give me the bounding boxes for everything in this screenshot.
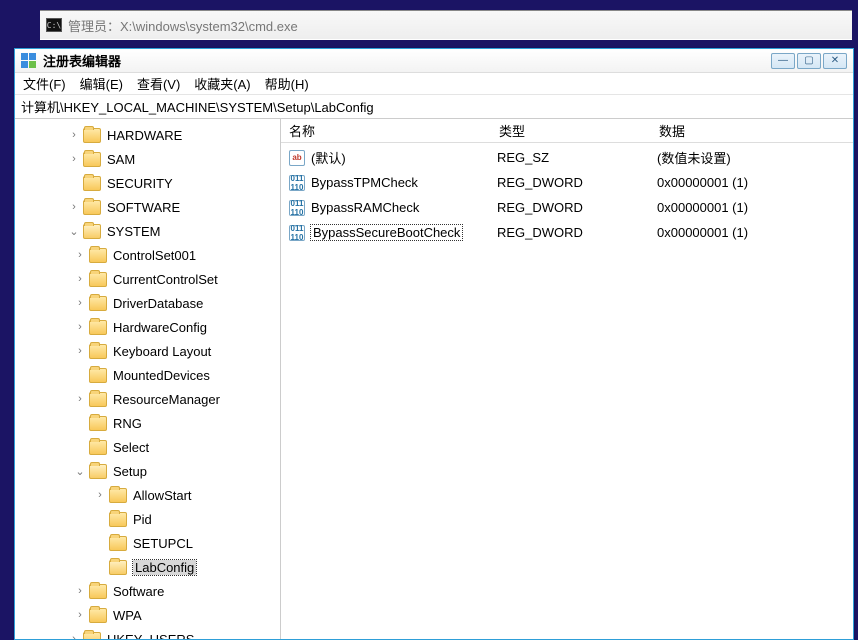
reg-dword-icon: 011110 — [289, 200, 305, 216]
tree-node-setup[interactable]: ⌄Setup — [15, 459, 280, 483]
chevron-right-icon[interactable]: › — [73, 608, 87, 622]
tree-node-allowstart[interactable]: ›AllowStart — [15, 483, 280, 507]
folder-open-icon — [109, 560, 127, 575]
folder-icon — [89, 296, 107, 311]
address-text: 计算机\HKEY_LOCAL_MACHINE\SYSTEM\Setup\LabC… — [21, 97, 374, 116]
folder-icon — [89, 272, 107, 287]
registry-tree: ›HARDWARE ›SAM ›SECURITY ›SOFTWARE ⌄SYST… — [15, 123, 280, 639]
chevron-right-icon[interactable]: › — [73, 296, 87, 310]
folder-open-icon — [89, 464, 107, 479]
cmd-title-text: 管理员：X:\windows\system32\cmd.exe — [68, 16, 298, 35]
address-bar[interactable]: 计算机\HKEY_LOCAL_MACHINE\SYSTEM\Setup\LabC… — [15, 95, 853, 119]
values-pane[interactable]: 名称 类型 数据 ab (默认) REG_SZ (数值未设置) 011110 B… — [281, 119, 853, 639]
tree-node-sam[interactable]: ›SAM — [15, 147, 280, 171]
chevron-right-icon[interactable]: › — [67, 128, 81, 142]
chevron-right-icon[interactable]: › — [73, 248, 87, 262]
folder-icon — [83, 128, 101, 143]
chevron-right-icon[interactable]: › — [67, 200, 81, 214]
tree-node-keyboardlayout[interactable]: ›Keyboard Layout — [15, 339, 280, 363]
tree-node-wpa[interactable]: ›WPA — [15, 603, 280, 627]
folder-icon — [89, 608, 107, 623]
tree-node-select[interactable]: ›Select — [15, 435, 280, 459]
chevron-down-icon[interactable]: ⌄ — [67, 224, 81, 238]
tree-node-controlset001[interactable]: ›ControlSet001 — [15, 243, 280, 267]
folder-icon — [83, 632, 101, 640]
menu-file[interactable]: 文件(F) — [23, 74, 66, 93]
reg-sz-icon: ab — [289, 150, 305, 166]
menu-bar: 文件(F) 编辑(E) 查看(V) 收藏夹(A) 帮助(H) — [15, 73, 853, 95]
tree-node-labconfig[interactable]: ›LabConfig — [15, 555, 280, 579]
tree-node-currentcontrolset[interactable]: ›CurrentControlSet — [15, 267, 280, 291]
folder-open-icon — [83, 224, 101, 239]
tree-node-hardware[interactable]: ›HARDWARE — [15, 123, 280, 147]
close-button[interactable]: ✕ — [823, 53, 847, 69]
column-data[interactable]: 数据 — [651, 119, 853, 142]
reg-dword-icon: 011110 — [289, 225, 305, 241]
folder-icon — [109, 488, 127, 503]
folder-icon — [89, 248, 107, 263]
tree-node-rng[interactable]: ›RNG — [15, 411, 280, 435]
tree-node-driverdatabase[interactable]: ›DriverDatabase — [15, 291, 280, 315]
folder-icon — [89, 320, 107, 335]
regedit-title: 注册表编辑器 — [43, 51, 765, 70]
chevron-right-icon[interactable]: › — [73, 272, 87, 286]
menu-edit[interactable]: 编辑(E) — [80, 74, 123, 93]
minimize-button[interactable]: — — [771, 53, 795, 69]
tree-pane[interactable]: ›HARDWARE ›SAM ›SECURITY ›SOFTWARE ⌄SYST… — [15, 119, 281, 639]
cmd-titlebar: C:\ 管理员：X:\windows\system32\cmd.exe — [40, 11, 852, 39]
tree-node-hardwareconfig[interactable]: ›HardwareConfig — [15, 315, 280, 339]
tree-node-setupcl[interactable]: ›SETUPCL — [15, 531, 280, 555]
folder-icon — [83, 152, 101, 167]
value-row-bypassram[interactable]: 011110 BypassRAMCheck REG_DWORD 0x000000… — [281, 195, 853, 220]
chevron-right-icon[interactable]: › — [73, 392, 87, 406]
folder-icon — [89, 416, 107, 431]
chevron-right-icon[interactable]: › — [73, 320, 87, 334]
folder-icon — [89, 584, 107, 599]
folder-icon — [83, 200, 101, 215]
folder-icon — [83, 176, 101, 191]
chevron-right-icon[interactable]: › — [93, 488, 107, 502]
menu-favorites[interactable]: 收藏夹(A) — [194, 74, 250, 93]
chevron-right-icon[interactable]: › — [67, 632, 81, 639]
reg-dword-icon: 011110 — [289, 175, 305, 191]
tree-node-hkey-users[interactable]: ›HKEY_USERS — [15, 627, 280, 639]
regedit-window: 注册表编辑器 — ▢ ✕ 文件(F) 编辑(E) 查看(V) 收藏夹(A) 帮助… — [14, 48, 854, 640]
cmd-icon: C:\ — [46, 18, 62, 32]
folder-icon — [89, 440, 107, 455]
chevron-down-icon[interactable]: ⌄ — [73, 464, 87, 478]
value-row-bypasstpm[interactable]: 011110 BypassTPMCheck REG_DWORD 0x000000… — [281, 170, 853, 195]
folder-icon — [89, 392, 107, 407]
column-name[interactable]: 名称 — [281, 119, 491, 142]
regedit-titlebar[interactable]: 注册表编辑器 — ▢ ✕ — [15, 49, 853, 73]
value-row-bypasssecureboot[interactable]: 011110 BypassSecureBootCheck REG_DWORD 0… — [281, 220, 853, 245]
chevron-right-icon[interactable]: › — [73, 584, 87, 598]
tree-node-pid[interactable]: ›Pid — [15, 507, 280, 531]
folder-icon — [109, 512, 127, 527]
folder-icon — [89, 344, 107, 359]
value-list: ab (默认) REG_SZ (数值未设置) 011110 BypassTPMC… — [281, 143, 853, 639]
menu-help[interactable]: 帮助(H) — [265, 74, 309, 93]
tree-node-resourcemanager[interactable]: ›ResourceManager — [15, 387, 280, 411]
value-row-default[interactable]: ab (默认) REG_SZ (数值未设置) — [281, 145, 853, 170]
tree-node-software-sub[interactable]: ›Software — [15, 579, 280, 603]
column-headers: 名称 类型 数据 — [281, 119, 853, 143]
regedit-icon — [21, 53, 37, 69]
tree-node-security[interactable]: ›SECURITY — [15, 171, 280, 195]
chevron-right-icon[interactable]: › — [67, 152, 81, 166]
folder-icon — [109, 536, 127, 551]
window-buttons: — ▢ ✕ — [771, 53, 847, 69]
column-type[interactable]: 类型 — [491, 119, 651, 142]
tree-node-mounteddevices[interactable]: ›MountedDevices — [15, 363, 280, 387]
chevron-right-icon[interactable]: › — [73, 344, 87, 358]
cmd-window: C:\ 管理员：X:\windows\system32\cmd.exe — [40, 10, 852, 40]
maximize-button[interactable]: ▢ — [797, 53, 821, 69]
tree-node-system[interactable]: ⌄SYSTEM — [15, 219, 280, 243]
menu-view[interactable]: 查看(V) — [137, 74, 180, 93]
folder-icon — [89, 368, 107, 383]
tree-node-software[interactable]: ›SOFTWARE — [15, 195, 280, 219]
